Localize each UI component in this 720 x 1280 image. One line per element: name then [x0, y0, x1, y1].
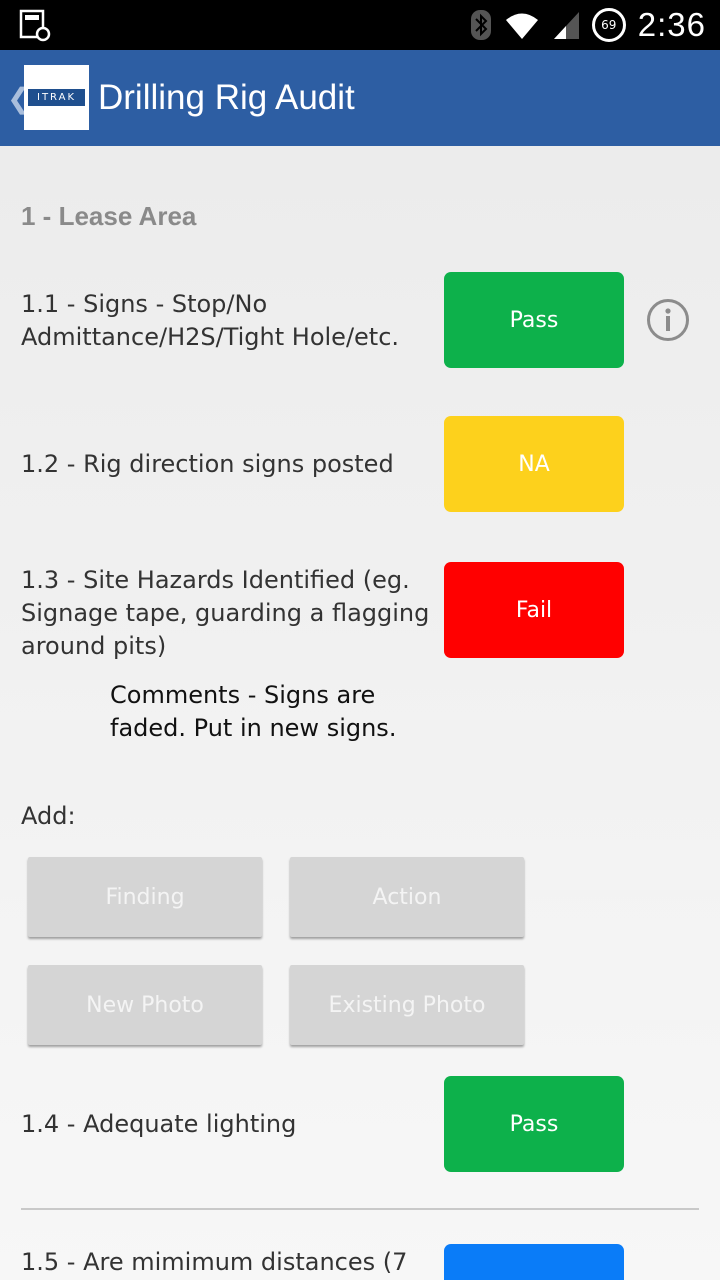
clock: 2:36: [637, 6, 706, 43]
status-button[interactable]: [444, 1244, 624, 1280]
new-photo-button[interactable]: New Photo: [28, 965, 262, 1045]
question-label: 1.5 - Are mimimum distances (7: [21, 1248, 408, 1276]
page-title: Drilling Rig Audit: [98, 78, 355, 117]
bluetooth-icon: [470, 10, 491, 40]
app-bar: ❮ ITRAK Drilling Rig Audit: [0, 50, 720, 146]
question-label: 1.2 - Rig direction signs posted: [21, 450, 394, 478]
battery-icon: 69: [591, 8, 626, 42]
question-label: 1.4 - Adequate lighting: [21, 1110, 297, 1138]
info-icon[interactable]: [646, 298, 690, 342]
question-label: 1.1 - Signs - Stop/No Admittance/H2S/Tig…: [21, 290, 400, 351]
wifi-icon: [505, 13, 538, 39]
add-label: Add:: [21, 802, 76, 830]
status-fail-button[interactable]: Fail: [444, 562, 624, 658]
status-pass-button[interactable]: Pass: [444, 1076, 624, 1172]
cell-signal-icon: [553, 12, 579, 39]
status-bar: 69 2:36: [0, 0, 720, 50]
question-label: 1.3 - Site Hazards Identified (eg. Signa…: [21, 566, 430, 660]
divider: [21, 1208, 699, 1210]
comments-text: Comments - Signs are faded. Put in new s…: [110, 681, 397, 742]
status-na-button[interactable]: NA: [444, 416, 624, 512]
audit-form: 1 - Lease Area 1.1 - Signs - Stop/No Adm…: [0, 146, 720, 1280]
status-pass-button[interactable]: Pass: [444, 272, 624, 368]
section-title: 1 - Lease Area: [21, 201, 197, 231]
add-finding-button[interactable]: Finding: [28, 857, 262, 937]
existing-photo-button[interactable]: Existing Photo: [290, 965, 524, 1045]
logo-text: ITRAK: [28, 89, 85, 106]
screen-sync-icon: [19, 9, 51, 42]
battery-level: 69: [601, 18, 617, 32]
add-action-button[interactable]: Action: [290, 857, 524, 937]
app-logo[interactable]: ITRAK: [24, 65, 89, 130]
